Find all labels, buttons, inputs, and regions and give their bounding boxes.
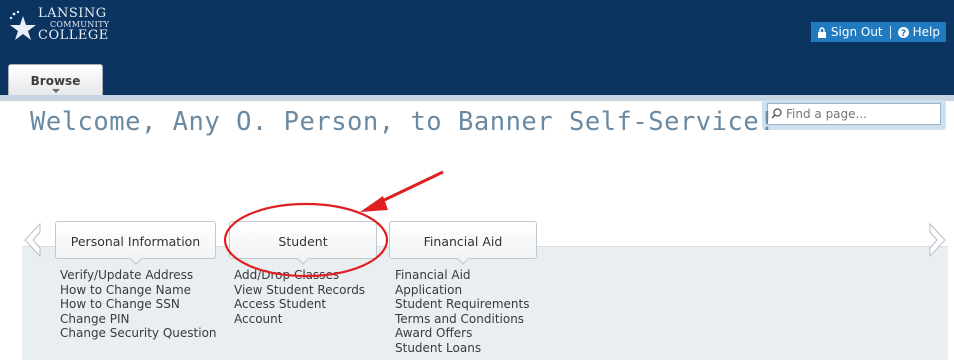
- link-change-pin[interactable]: Change PIN: [60, 312, 217, 327]
- page-title: Welcome, Any O. Person, to Banner Self-S…: [30, 107, 776, 137]
- header-bar: LANSING COMMUNITY COLLEGE Sign Out ? Hel…: [0, 0, 954, 97]
- sign-out-label: Sign Out: [830, 25, 883, 39]
- link-how-to-change-name[interactable]: How to Change Name: [60, 283, 217, 298]
- link-student-loans[interactable]: Student Loans: [395, 341, 529, 356]
- help-circle-icon: ?: [897, 26, 909, 38]
- tab-financial-aid[interactable]: Financial Aid: [389, 221, 537, 265]
- search-container: [762, 100, 946, 130]
- link-award-offers[interactable]: Award Offers: [395, 326, 529, 341]
- lock-icon: [817, 26, 826, 38]
- link-view-student-records[interactable]: View Student Records: [234, 283, 365, 298]
- right-arrow-icon[interactable]: [928, 222, 948, 258]
- college-logo[interactable]: LANSING COMMUNITY COLLEGE: [8, 6, 118, 46]
- tab-personal-information[interactable]: Personal Information: [55, 221, 216, 265]
- link-financial-aid[interactable]: Financial Aid: [395, 268, 529, 283]
- link-terms-and-conditions[interactable]: Terms and Conditions: [395, 312, 529, 327]
- help-link[interactable]: ? Help: [897, 25, 940, 39]
- logo-wordmark: LANSING COMMUNITY COLLEGE: [38, 6, 109, 43]
- help-label: Help: [912, 25, 940, 39]
- sign-out-link[interactable]: Sign Out: [817, 25, 883, 39]
- link-student-requirements[interactable]: Student Requirements: [395, 297, 529, 312]
- tab-label: Financial Aid: [423, 234, 503, 249]
- link-change-security-question[interactable]: Change Security Question: [60, 326, 217, 341]
- left-arrow-icon[interactable]: [22, 222, 42, 258]
- star-logo-icon: [9, 10, 36, 40]
- page: LANSING COMMUNITY COLLEGE Sign Out ? Hel…: [0, 0, 954, 360]
- search-input[interactable]: [767, 103, 941, 125]
- financial-aid-links: Financial Aid Application Student Requir…: [395, 268, 529, 355]
- link-access-student[interactable]: Access Student: [234, 297, 365, 312]
- browse-label: Browse: [30, 74, 81, 88]
- tab-label: Personal Information: [70, 234, 201, 249]
- annotation-ellipse: [223, 202, 389, 278]
- chevron-down-icon: [52, 89, 60, 93]
- logo-line-3: COLLEGE: [38, 28, 109, 43]
- utility-divider: [889, 25, 891, 39]
- svg-text:?: ?: [901, 29, 906, 38]
- link-application[interactable]: Application: [395, 283, 529, 298]
- personal-information-links: Verify/Update Address How to Change Name…: [60, 268, 217, 341]
- browse-button[interactable]: Browse: [8, 64, 103, 97]
- link-account[interactable]: Account: [234, 312, 365, 327]
- utility-nav: Sign Out ? Help: [810, 22, 946, 42]
- link-verify-update-address[interactable]: Verify/Update Address: [60, 268, 217, 283]
- link-how-to-change-ssn[interactable]: How to Change SSN: [60, 297, 217, 312]
- logo-line-1: LANSING: [38, 6, 107, 21]
